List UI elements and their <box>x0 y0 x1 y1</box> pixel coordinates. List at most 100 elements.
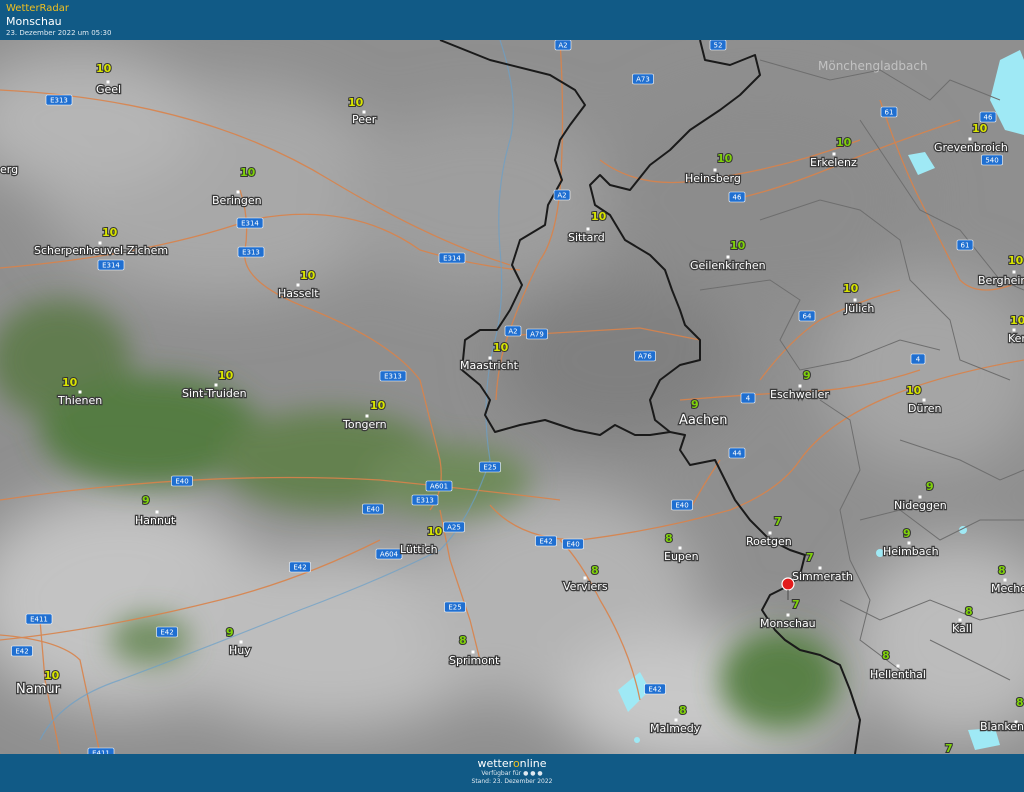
place-label[interactable]: Malmedy <box>649 721 702 737</box>
svg-text:E42: E42 <box>648 686 661 694</box>
place-label[interactable]: Scherpenheuvel-Zichem <box>33 243 170 259</box>
place-label[interactable]: Mecher <box>990 581 1024 597</box>
svg-text:44: 44 <box>733 450 742 458</box>
place-label[interactable]: Lüttich <box>399 542 439 558</box>
svg-text:61: 61 <box>961 242 970 250</box>
temperature-label: 8 <box>665 532 673 545</box>
platform-icons: ● ● ● <box>523 770 543 777</box>
temperature-label: 10 <box>348 96 364 109</box>
svg-text:A79: A79 <box>530 331 544 339</box>
road-shield: E40 <box>562 538 584 550</box>
temperature-label: 7 <box>774 515 782 528</box>
place-label[interactable]: Huy <box>228 643 253 659</box>
temperature-label: 9 <box>226 626 234 639</box>
svg-text:E313: E313 <box>242 249 260 257</box>
svg-text:A601: A601 <box>430 483 448 491</box>
place-label[interactable]: Sittard <box>567 230 606 246</box>
road-shield: 540 <box>981 154 1003 166</box>
road-shield: E40 <box>362 503 384 515</box>
svg-text:E25: E25 <box>448 604 461 612</box>
place-label[interactable]: Simmerath <box>791 569 854 585</box>
temperature-label: 10 <box>300 269 316 282</box>
road-shield: E411 <box>25 613 53 625</box>
road-shield: A604 <box>375 548 403 560</box>
place-label[interactable]: Hellenthal <box>869 667 927 683</box>
svg-text:E314: E314 <box>241 220 259 228</box>
svg-text:E42: E42 <box>539 538 552 546</box>
road-shield: A25 <box>443 521 465 533</box>
road-shield: A2 <box>553 189 571 201</box>
place-label[interactable]: Blanken <box>979 719 1024 735</box>
place-label[interactable]: Monschau <box>759 616 817 632</box>
place-label[interactable]: Verviers <box>562 579 609 595</box>
road-shield: E313 <box>237 246 265 258</box>
svg-text:46: 46 <box>984 114 993 122</box>
available-text: Verfügbar für ● ● ● <box>0 770 1024 778</box>
svg-text:4: 4 <box>916 356 921 364</box>
place-label[interactable]: Kall <box>951 621 973 637</box>
temperature-label: 7 <box>792 598 800 611</box>
road-shield: 4 <box>910 353 926 365</box>
road-shield: E313 <box>411 494 439 506</box>
place-label[interactable]: Eupen <box>663 549 700 565</box>
svg-text:A2: A2 <box>508 328 517 336</box>
svg-text:A2: A2 <box>557 192 566 200</box>
road-shield: A73 <box>632 73 654 85</box>
place-label[interactable]: Hasselt <box>277 286 321 302</box>
app-header: WetterRadar Monschau 23. Dezember 2022 u… <box>0 0 1024 40</box>
place-label[interactable]: Maastricht <box>459 358 520 374</box>
temperature-label: 10 <box>218 369 234 382</box>
radar-map[interactable]: A2 A2 A2 52 A73 61 46 540 46 61 E313 E314 E313 E314 E3… <box>0 40 1024 754</box>
place-label[interactable]: Thienen <box>56 393 104 409</box>
place-label[interactable]: Sint-Truiden <box>181 386 248 402</box>
place-label[interactable]: Geel <box>95 82 123 98</box>
road-shield: E314 <box>236 217 264 229</box>
radar-timestamp: 23. Dezember 2022 um 05:30 <box>6 29 112 37</box>
svg-text:4: 4 <box>746 395 751 403</box>
svg-text:E42: E42 <box>15 648 28 656</box>
place-label[interactable]: Düren <box>907 401 943 417</box>
place-label[interactable]: Hannut <box>134 513 177 529</box>
place-label[interactable]: Namur <box>15 681 62 699</box>
svg-text:E40: E40 <box>566 541 579 549</box>
temperature-label: 9 <box>142 494 150 507</box>
place-label[interactable]: Peer <box>351 112 378 128</box>
available-label: Verfügbar für <box>481 770 522 777</box>
road-shield: E314 <box>97 259 125 271</box>
place-label[interactable]: Jülich <box>843 301 876 317</box>
place-label[interactable]: Heimbach <box>882 544 940 560</box>
place-label[interactable]: Grevenbroich <box>933 140 1009 156</box>
temperature-label: 8 <box>965 605 973 618</box>
svg-text:E25: E25 <box>483 464 496 472</box>
road-shield: E40 <box>671 499 693 511</box>
svg-text:540: 540 <box>985 157 998 165</box>
place-label[interactable]: Heinsberg <box>684 171 742 187</box>
place-label[interactable]: Erkelenz <box>809 155 859 171</box>
road-shield: E313 <box>45 94 73 106</box>
temperature-label: 10 <box>730 239 746 252</box>
logo-part: o <box>512 757 520 770</box>
place-label[interactable]: Geilenkirchen <box>689 258 767 274</box>
place-label[interactable]: Eschweiler <box>769 387 831 403</box>
svg-text:E40: E40 <box>175 478 188 486</box>
place-label[interactable]: erg <box>0 162 19 178</box>
temperature-label: 7 <box>806 551 814 564</box>
temperature-label: 8 <box>1016 696 1024 709</box>
svg-text:E42: E42 <box>160 629 173 637</box>
place-label[interactable]: Nideggen <box>893 498 948 514</box>
road-shield: E42 <box>289 561 311 573</box>
road-shield: A2 <box>504 325 522 337</box>
road-shield: A79 <box>526 328 548 340</box>
place-label[interactable]: Beringen <box>211 193 263 209</box>
place-label[interactable]: Sprimont <box>448 653 501 669</box>
svg-text:52: 52 <box>714 42 723 50</box>
wetteronline-logo[interactable]: wetteronline <box>0 757 1024 770</box>
place-label[interactable]: Roetgen <box>745 534 793 550</box>
place-label[interactable]: Bergheim <box>977 273 1024 289</box>
road-shield: 61 <box>880 106 898 118</box>
place-label[interactable]: Ker <box>1007 331 1024 347</box>
place-label[interactable]: Aachen <box>678 412 729 430</box>
place-label[interactable]: Tongern <box>341 417 388 433</box>
road-shield: A2 <box>554 40 572 51</box>
svg-text:A604: A604 <box>380 551 399 559</box>
